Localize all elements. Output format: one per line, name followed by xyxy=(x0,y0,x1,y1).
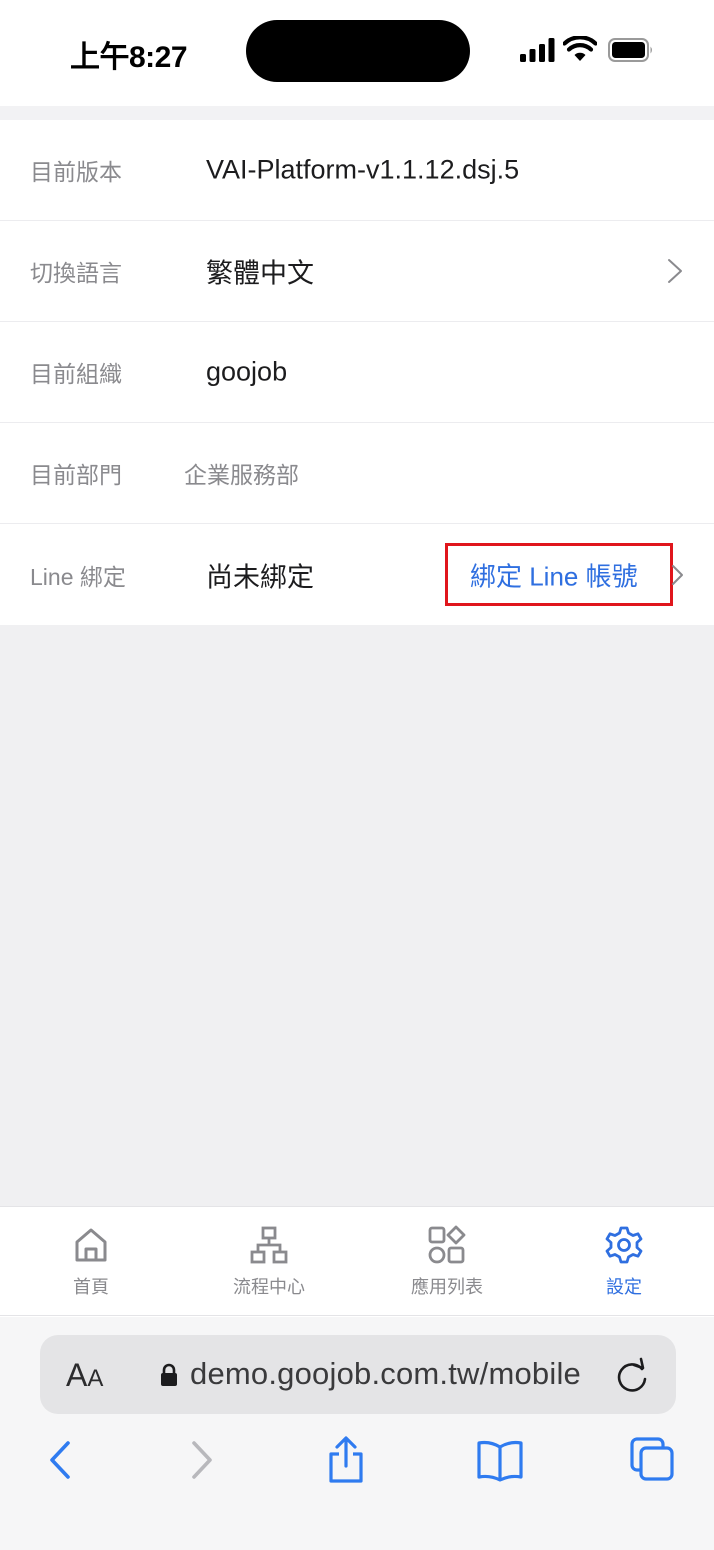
tab-settings[interactable]: 設定 xyxy=(535,1207,713,1317)
flow-icon xyxy=(250,1226,288,1264)
chevron-right-icon xyxy=(668,259,682,283)
wifi-icon xyxy=(563,36,597,61)
tab-app-list[interactable]: 應用列表 xyxy=(358,1207,536,1317)
department-row: 目前部門 企業服務部 xyxy=(0,423,714,524)
forward-button[interactable] xyxy=(176,1435,226,1485)
tab-flow-center-label: 流程中心 xyxy=(233,1277,305,1297)
dynamic-island xyxy=(246,20,470,82)
aa-large: A xyxy=(66,1357,88,1393)
tab-bar: 首頁 流程中心 應用列表 設定 xyxy=(0,1206,714,1316)
language-row[interactable]: 切換語言 繁體中文 xyxy=(0,221,714,322)
language-value: 繁體中文 xyxy=(206,258,314,289)
department-value: 企業服務部 xyxy=(184,462,299,488)
cellular-signal-icon xyxy=(520,38,555,62)
back-button[interactable] xyxy=(36,1435,86,1485)
aa-small: A xyxy=(87,1365,104,1392)
version-label: 目前版本 xyxy=(30,159,122,185)
battery-icon xyxy=(608,38,652,62)
version-value: VAI-Platform-v1.1.12.dsj.5 xyxy=(206,154,520,185)
line-binding-row: Line 綁定 尚未綁定 綁定 Line 帳號 xyxy=(0,524,714,625)
gear-icon xyxy=(605,1226,643,1264)
line-binding-status: 尚未綁定 xyxy=(206,562,314,592)
status-time: 上午8:27 xyxy=(70,41,188,74)
tab-settings-label: 設定 xyxy=(606,1277,642,1297)
chevron-right-icon xyxy=(672,564,683,585)
organization-row: 目前組織 goojob xyxy=(0,322,714,423)
organization-label: 目前組織 xyxy=(30,361,122,387)
version-row: 目前版本 VAI-Platform-v1.1.12.dsj.5 xyxy=(0,120,714,221)
reload-icon[interactable] xyxy=(614,1357,650,1395)
line-binding-label: Line 綁定 xyxy=(30,563,126,590)
home-icon xyxy=(75,1228,107,1262)
department-label: 目前部門 xyxy=(30,462,122,488)
tabs-button[interactable] xyxy=(628,1435,678,1485)
apps-icon xyxy=(428,1225,466,1264)
tab-app-list-label: 應用列表 xyxy=(411,1277,483,1297)
bookmarks-button[interactable] xyxy=(475,1435,525,1485)
tab-home[interactable]: 首頁 xyxy=(2,1207,180,1317)
bind-line-account-link[interactable]: 綁定 Line 帳號 xyxy=(470,556,638,593)
language-label: 切換語言 xyxy=(30,260,122,286)
settings-list: 目前版本 VAI-Platform-v1.1.12.dsj.5 切換語言 繁體中… xyxy=(0,120,714,625)
reader-text-size-button[interactable]: AA xyxy=(66,1357,103,1394)
tab-flow-center[interactable]: 流程中心 xyxy=(180,1207,358,1317)
tab-home-label: 首頁 xyxy=(73,1277,109,1297)
browser-bottom-bar: AA demo.goojob.com.tw/mobile xyxy=(0,1317,714,1550)
organization-value: goojob xyxy=(206,356,288,387)
section-divider xyxy=(0,106,714,120)
address-bar[interactable]: AA demo.goojob.com.tw/mobile xyxy=(40,1335,676,1414)
content-background xyxy=(0,625,714,1206)
status-bar: 上午8:27 xyxy=(0,0,714,106)
lock-icon xyxy=(161,1363,177,1386)
url-text: demo.goojob.com.tw/mobile xyxy=(190,1356,581,1391)
share-button[interactable] xyxy=(321,1435,371,1485)
